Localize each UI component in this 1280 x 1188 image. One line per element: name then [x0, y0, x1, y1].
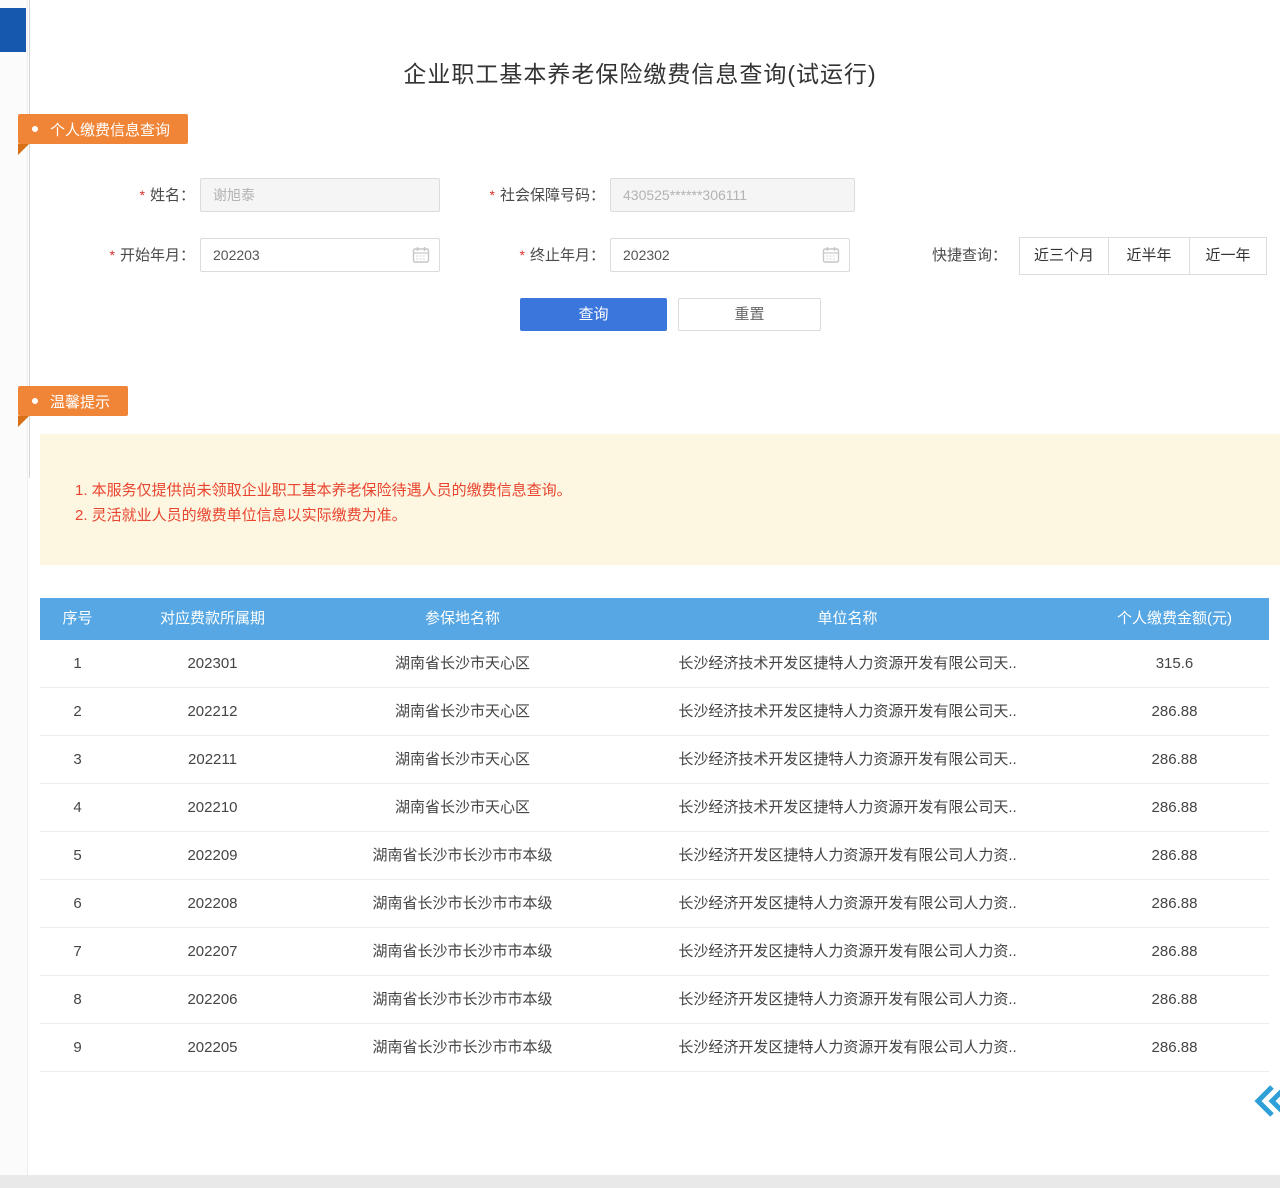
- required-mark: *: [140, 187, 145, 203]
- header-seq: 序号: [40, 598, 115, 640]
- table-row: 6 202208 湖南省长沙市长沙市市本级 长沙经济开发区捷特人力资源开发有限公…: [40, 880, 1269, 928]
- cell-period: 202209: [115, 832, 310, 879]
- cell-region: 湖南省长沙市天心区: [310, 736, 615, 783]
- cell-period: 202206: [115, 976, 310, 1023]
- notice-line-1: 1. 本服务仅提供尚未领取企业职工基本养老保险待遇人员的缴费信息查询。: [75, 478, 1260, 503]
- notice-line-2: 2. 灵活就业人员的缴费单位信息以实际缴费为准。: [75, 503, 1260, 528]
- table-row: 3 202211 湖南省长沙市天心区 长沙经济技术开发区捷特人力资源开发有限公司…: [40, 736, 1269, 784]
- cell-company: 长沙经济开发区捷特人力资源开发有限公司人力资..: [615, 976, 1080, 1023]
- cell-seq: 4: [40, 784, 115, 831]
- cell-amount: 315.6: [1080, 640, 1269, 687]
- header-amount: 个人缴费金额(元): [1080, 598, 1269, 640]
- cell-amount: 286.88: [1080, 1024, 1269, 1071]
- query-button[interactable]: 查询: [520, 298, 667, 331]
- name-label: *姓名：: [40, 178, 195, 212]
- cell-company: 长沙经济技术开发区捷特人力资源开发有限公司天..: [615, 688, 1080, 735]
- table-row: 8 202206 湖南省长沙市长沙市市本级 长沙经济开发区捷特人力资源开发有限公…: [40, 976, 1269, 1024]
- quick-btn-1year[interactable]: 近一年: [1189, 237, 1267, 275]
- cell-amount: 286.88: [1080, 688, 1269, 735]
- table-body: 1 202301 湖南省长沙市天心区 长沙经济技术开发区捷特人力资源开发有限公司…: [40, 640, 1269, 1072]
- required-mark: *: [490, 187, 495, 203]
- cell-seq: 5: [40, 832, 115, 879]
- cell-region: 湖南省长沙市天心区: [310, 640, 615, 687]
- table-row: 9 202205 湖南省长沙市长沙市市本级 长沙经济开发区捷特人力资源开发有限公…: [40, 1024, 1269, 1072]
- cell-period: 202207: [115, 928, 310, 975]
- header-period: 对应费款所属期: [115, 598, 310, 640]
- required-mark: *: [520, 247, 525, 263]
- table-header-row: 序号 对应费款所属期 参保地名称 单位名称 个人缴费金额(元): [40, 598, 1269, 640]
- bullet-icon: [32, 398, 38, 404]
- cell-amount: 286.88: [1080, 928, 1269, 975]
- cell-amount: 286.88: [1080, 832, 1269, 879]
- bullet-icon: [32, 126, 38, 132]
- cell-period: 202211: [115, 736, 310, 783]
- cell-company: 长沙经济技术开发区捷特人力资源开发有限公司天..: [615, 640, 1080, 687]
- left-rail: [0, 0, 28, 1188]
- cell-region: 湖南省长沙市长沙市市本级: [310, 880, 615, 927]
- cell-company: 长沙经济开发区捷特人力资源开发有限公司人力资..: [615, 1024, 1080, 1071]
- section-badge-query: 个人缴费信息查询: [18, 114, 188, 144]
- cell-seq: 1: [40, 640, 115, 687]
- cell-amount: 286.88: [1080, 784, 1269, 831]
- header-region: 参保地名称: [310, 598, 615, 640]
- cell-seq: 9: [40, 1024, 115, 1071]
- cell-amount: 286.88: [1080, 880, 1269, 927]
- quick-btn-3months[interactable]: 近三个月: [1019, 237, 1109, 275]
- quick-btn-halfyear[interactable]: 近半年: [1108, 237, 1190, 275]
- cell-period: 202208: [115, 880, 310, 927]
- cell-company: 长沙经济技术开发区捷特人力资源开发有限公司天..: [615, 784, 1080, 831]
- cell-period: 202210: [115, 784, 310, 831]
- cell-seq: 3: [40, 736, 115, 783]
- cell-region: 湖南省长沙市长沙市市本级: [310, 928, 615, 975]
- cell-amount: 286.88: [1080, 736, 1269, 783]
- section-badge-tips-label: 温馨提示: [50, 391, 110, 412]
- cell-region: 湖南省长沙市长沙市市本级: [310, 976, 615, 1023]
- cell-company: 长沙经济技术开发区捷特人力资源开发有限公司天..: [615, 736, 1080, 783]
- cell-company: 长沙经济开发区捷特人力资源开发有限公司人力资..: [615, 832, 1080, 879]
- cell-seq: 6: [40, 880, 115, 927]
- sidebar-tab[interactable]: [0, 8, 26, 52]
- footer-bar: [0, 1175, 1280, 1188]
- cell-region: 湖南省长沙市天心区: [310, 688, 615, 735]
- page-title: 企业职工基本养老保险缴费信息查询(试运行): [0, 55, 1280, 89]
- quick-query-label: 快捷查询：: [932, 237, 1007, 275]
- results-table: 序号 对应费款所属期 参保地名称 单位名称 个人缴费金额(元) 1 202301…: [40, 598, 1269, 1072]
- ssn-input: [610, 178, 855, 212]
- cell-region: 湖南省长沙市天心区: [310, 784, 615, 831]
- cell-seq: 7: [40, 928, 115, 975]
- cell-period: 202301: [115, 640, 310, 687]
- table-row: 1 202301 湖南省长沙市天心区 长沙经济技术开发区捷特人力资源开发有限公司…: [40, 640, 1269, 688]
- cell-period: 202205: [115, 1024, 310, 1071]
- table-row: 4 202210 湖南省长沙市天心区 长沙经济技术开发区捷特人力资源开发有限公司…: [40, 784, 1269, 832]
- start-date-label: *开始年月：: [40, 238, 195, 272]
- cell-region: 湖南省长沙市长沙市市本级: [310, 832, 615, 879]
- cell-period: 202212: [115, 688, 310, 735]
- cell-seq: 8: [40, 976, 115, 1023]
- double-chevron-left-icon[interactable]: [1253, 1082, 1280, 1120]
- cell-company: 长沙经济开发区捷特人力资源开发有限公司人力资..: [615, 880, 1080, 927]
- section-badge-query-label: 个人缴费信息查询: [50, 119, 170, 140]
- ssn-label: *社会保障号码：: [400, 178, 605, 212]
- table-row: 7 202207 湖南省长沙市长沙市市本级 长沙经济开发区捷特人力资源开发有限公…: [40, 928, 1269, 976]
- table-row: 2 202212 湖南省长沙市天心区 长沙经济技术开发区捷特人力资源开发有限公司…: [40, 688, 1269, 736]
- required-mark: *: [110, 247, 115, 263]
- header-company: 单位名称: [615, 598, 1080, 640]
- page: 企业职工基本养老保险缴费信息查询(试运行) 个人缴费信息查询 *姓名： *社会保…: [0, 0, 1280, 1188]
- cell-region: 湖南省长沙市长沙市市本级: [310, 1024, 615, 1071]
- cell-seq: 2: [40, 688, 115, 735]
- notice-box: 1. 本服务仅提供尚未领取企业职工基本养老保险待遇人员的缴费信息查询。 2. 灵…: [40, 434, 1280, 565]
- section-badge-tips: 温馨提示: [18, 386, 128, 416]
- table-row: 5 202209 湖南省长沙市长沙市市本级 长沙经济开发区捷特人力资源开发有限公…: [40, 832, 1269, 880]
- quick-query-group: 近三个月 近半年 近一年: [1020, 237, 1267, 275]
- cell-company: 长沙经济开发区捷特人力资源开发有限公司人力资..: [615, 928, 1080, 975]
- end-date-input[interactable]: [610, 238, 850, 272]
- reset-button[interactable]: 重置: [678, 298, 821, 331]
- end-date-label: *终止年月：: [400, 238, 605, 272]
- calendar-icon[interactable]: [822, 246, 840, 264]
- cell-amount: 286.88: [1080, 976, 1269, 1023]
